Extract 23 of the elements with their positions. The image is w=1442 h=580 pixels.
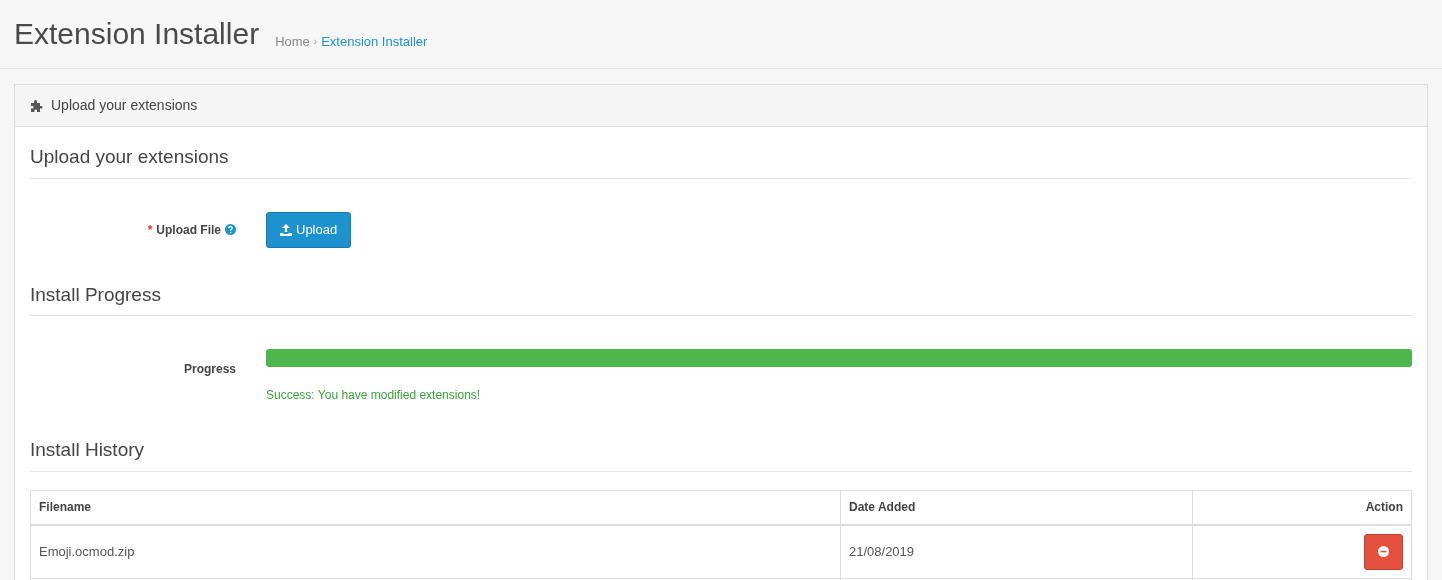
field-label: Upload File xyxy=(156,221,221,239)
success-message: Success: You have modified extensions! xyxy=(266,387,482,404)
section-heading: Install History xyxy=(30,436,1412,472)
required-mark: * xyxy=(147,221,153,239)
column-header: Action xyxy=(1192,490,1412,525)
page-title: Extension Installer xyxy=(14,16,260,52)
separator-icon: › xyxy=(313,33,318,49)
table-cell: 21/08/2019 xyxy=(840,525,1193,578)
help-icon xyxy=(225,224,236,235)
breadcrumb-link[interactable]: Home xyxy=(275,31,310,51)
field-label: Progress xyxy=(182,361,236,378)
upload-button[interactable]: Upload xyxy=(266,211,352,248)
column-header: Filename xyxy=(30,490,841,525)
breadcrumb-link[interactable]: Extension Installer xyxy=(321,31,428,51)
upload-icon xyxy=(280,223,292,236)
panel-title: Upload your extensions xyxy=(51,96,198,115)
delete-button[interactable] xyxy=(1364,533,1403,570)
table-cell: Emoji.ocmod.zip xyxy=(30,525,841,578)
section-heading: Install Progress xyxy=(30,280,1412,316)
minus-circle-icon xyxy=(1378,546,1389,558)
column-header: Date Added xyxy=(840,490,1193,525)
puzzle-icon xyxy=(30,99,43,112)
section-heading: Upload your extensions xyxy=(30,143,1412,179)
